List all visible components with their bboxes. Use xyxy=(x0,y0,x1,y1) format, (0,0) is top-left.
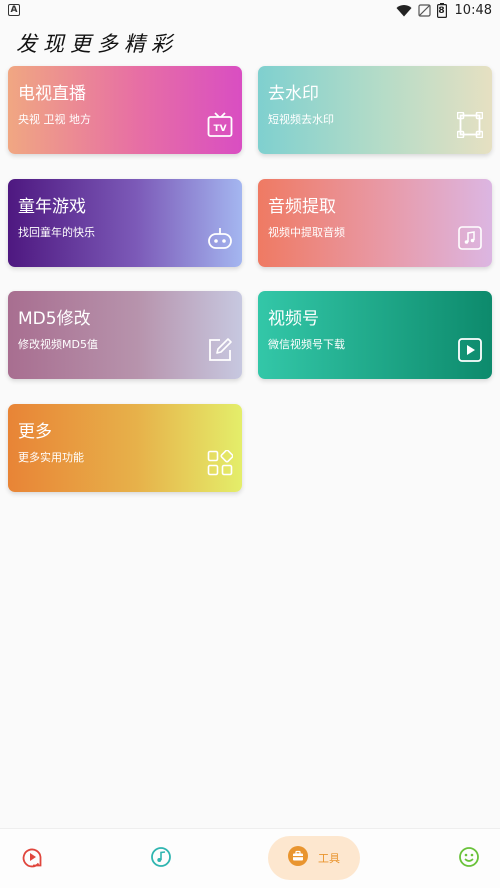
card-video-channel[interactable]: 视频号 微信视频号下载 xyxy=(258,291,492,379)
toolbox-icon xyxy=(288,846,308,870)
card-title: 童年游戏 xyxy=(18,197,86,217)
card-subtitle: 央视 卫视 地方 xyxy=(18,113,91,126)
card-remove-watermark[interactable]: 去水印 短视频去水印 xyxy=(258,66,492,154)
play-icon xyxy=(457,337,483,363)
nav-video[interactable] xyxy=(16,829,48,888)
notification-icon: A xyxy=(8,4,20,16)
music-disc-icon xyxy=(150,846,172,872)
card-title: 视频号 xyxy=(268,309,319,329)
card-title: MD5修改 xyxy=(18,309,91,329)
card-childhood-games[interactable]: 童年游戏 找回童年的快乐 xyxy=(8,179,242,267)
card-more-tools[interactable]: 更多 更多实用功能 xyxy=(8,404,242,492)
battery-icon: 8 xyxy=(436,2,447,18)
card-title: 电视直播 xyxy=(18,84,86,104)
card-subtitle: 短视频去水印 xyxy=(268,113,334,126)
wifi-icon xyxy=(396,4,412,17)
card-subtitle: 修改视频MD5值 xyxy=(18,338,98,351)
card-md5-modify[interactable]: MD5修改 修改视频MD5值 xyxy=(8,291,242,379)
page-title: 发现更多精彩 xyxy=(16,32,178,56)
no-sim-icon xyxy=(417,3,431,17)
card-subtitle: 视频中提取音频 xyxy=(268,226,345,239)
nav-me[interactable] xyxy=(453,829,485,888)
edit-icon xyxy=(207,337,233,363)
video-play-icon xyxy=(21,846,43,872)
card-subtitle: 找回童年的快乐 xyxy=(18,226,95,239)
card-audio-extract[interactable]: 音频提取 视频中提取音频 xyxy=(258,179,492,267)
clock: 10:48 xyxy=(454,2,492,18)
card-title: 去水印 xyxy=(268,84,319,104)
tv-badge: TV xyxy=(213,124,226,134)
gamepad-icon xyxy=(207,225,233,251)
crop-frame-icon xyxy=(457,112,483,138)
nav-music[interactable] xyxy=(145,829,177,888)
music-note-icon xyxy=(457,225,483,251)
bottom-nav: 工具 xyxy=(0,828,500,888)
nav-tools[interactable]: 工具 xyxy=(268,836,360,880)
card-title: 音频提取 xyxy=(268,197,336,217)
card-subtitle: 微信视频号下载 xyxy=(268,338,345,351)
status-bar: A 8 10:48 xyxy=(0,0,500,20)
grid-icon xyxy=(207,450,233,476)
battery-level: 8 xyxy=(438,5,445,16)
card-title: 更多 xyxy=(18,422,52,442)
smiley-icon xyxy=(458,846,480,872)
card-tv-live[interactable]: 电视直播 央视 卫视 地方 TV xyxy=(8,66,242,154)
tv-icon: TV xyxy=(207,112,233,138)
card-subtitle: 更多实用功能 xyxy=(18,451,84,464)
nav-tools-label: 工具 xyxy=(318,852,340,865)
